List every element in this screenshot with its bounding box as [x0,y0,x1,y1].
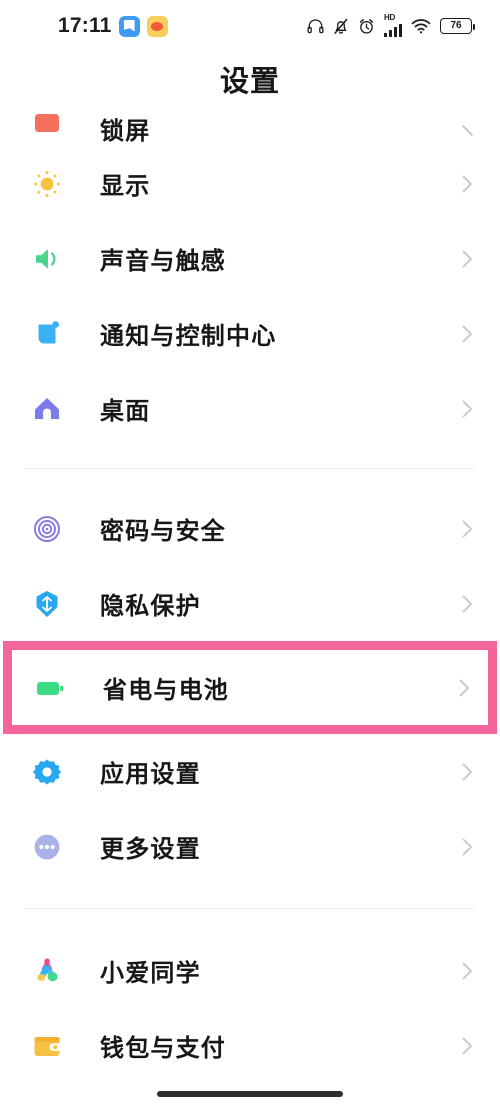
chevron-right-icon [456,248,478,270]
spacer [0,909,500,933]
wifi-icon [411,19,431,34]
icon-cell [24,755,80,789]
signal-bar-1 [384,33,387,37]
list-item-label: 声音与触感 [100,248,226,275]
list-item-home-screen[interactable]: 桌面 [0,371,500,446]
settings-screen: 17:11 HD 76 设置 锁屏 显示 声音与触感 通知与控制中心 桌面 密码… [0,0,500,1111]
chevron-right-icon [456,761,478,783]
list-item-notifications[interactable]: 通知与控制中心 [0,296,500,371]
notification-icon [38,320,59,343]
icon-cell [24,167,80,201]
chevron-right-icon [453,677,475,699]
home-screen-icon [35,397,59,419]
list-item-label: 小爱同学 [100,960,201,987]
headphones-icon [307,19,324,34]
icon-cell [24,1029,80,1063]
icon-cell [24,587,80,621]
section-display: 锁屏 显示 声音与触感 通知与控制中心 桌面 [0,104,500,446]
list-item-lockscreen[interactable]: 锁屏 [0,104,500,146]
chevron-right-icon [456,593,478,615]
highlight-box-battery: 省电与电池 [3,641,497,734]
fingerprint-icon [34,515,60,542]
eye-app-icon [146,15,168,37]
list-item-app-settings[interactable]: 应用设置 [0,734,500,809]
bell-muted-icon [334,18,348,34]
wallet-icon [34,1036,61,1056]
list-item-label: 隐私保护 [100,593,201,620]
list-item-label: 钱包与支付 [100,1035,226,1062]
chevron-right-icon [456,836,478,858]
list-item-label: 更多设置 [100,836,201,863]
list-item-label: 通知与控制中心 [100,323,277,350]
chevron-right-icon [456,323,478,345]
more-dots-icon [34,834,60,859]
chevron-right-icon [456,960,478,982]
list-item-label: 省电与电池 [103,677,229,704]
icon-cell [24,242,80,276]
chevron-right-icon [456,124,478,146]
section-security: 密码与安全 隐私保护 省电与电池 应用设置 更多设置 [0,491,500,884]
list-item-privacy[interactable]: 隐私保护 [0,566,500,641]
list-item-label: 桌面 [100,398,151,425]
list-item-label: 密码与安全 [100,518,226,545]
spacer [0,884,500,908]
chevron-right-icon [456,518,478,540]
gear-icon [32,758,62,785]
list-item-security[interactable]: 密码与安全 [0,491,500,566]
icon-cell [24,317,80,351]
privacy-shield-icon [36,590,58,617]
home-indicator[interactable] [157,1091,343,1097]
messaging-app-icon [118,15,140,37]
status-bar-left: 17:11 [58,14,168,38]
battery-icon: 76 [440,18,476,34]
section-services: 小爱同学 钱包与支付 [0,933,500,1083]
spacer [0,446,500,468]
battery-icon [37,681,64,695]
lockscreen-icon [35,114,59,132]
alarm-clock-icon [359,18,374,34]
list-item-battery[interactable]: 省电与电池 [12,650,488,725]
icon-cell [24,954,80,988]
battery-level: 76 [450,20,462,31]
list-item-label: 应用设置 [100,761,201,788]
list-item-xiaoai[interactable]: 小爱同学 [0,933,500,1008]
signal-bar-2 [389,30,392,37]
display-icon [34,170,60,197]
status-bar-right: HD 76 [307,13,476,37]
list-item-label: 显示 [100,173,151,200]
icon-cell [24,830,80,864]
icon-cell [24,112,80,146]
status-time: 17:11 [58,14,112,37]
list-item-wallet[interactable]: 钱包与支付 [0,1008,500,1083]
chevron-right-icon [456,1035,478,1057]
icon-cell [24,392,80,426]
list-item-label: 锁屏 [100,118,151,145]
list-item-more-settings[interactable]: 更多设置 [0,809,500,884]
status-bar: 17:11 HD 76 [0,0,500,52]
icon-cell [27,671,83,705]
xiaoai-icon [37,958,58,981]
signal-bar-4 [399,24,402,37]
page-title: 设置 [219,66,280,98]
settings-list: 锁屏 显示 声音与触感 通知与控制中心 桌面 密码与安全 隐私保护 省电与电池 … [0,104,500,1083]
chevron-right-icon [456,398,478,420]
chevron-right-icon [456,173,478,195]
spacer [0,469,500,491]
list-item-display[interactable]: 显示 [0,146,500,221]
sound-icon [36,248,56,269]
hd-signal-icon: HD [384,13,402,37]
signal-bar-3 [394,27,397,37]
list-item-sound[interactable]: 声音与触感 [0,221,500,296]
icon-cell [24,512,80,546]
hd-label: HD [384,13,395,22]
